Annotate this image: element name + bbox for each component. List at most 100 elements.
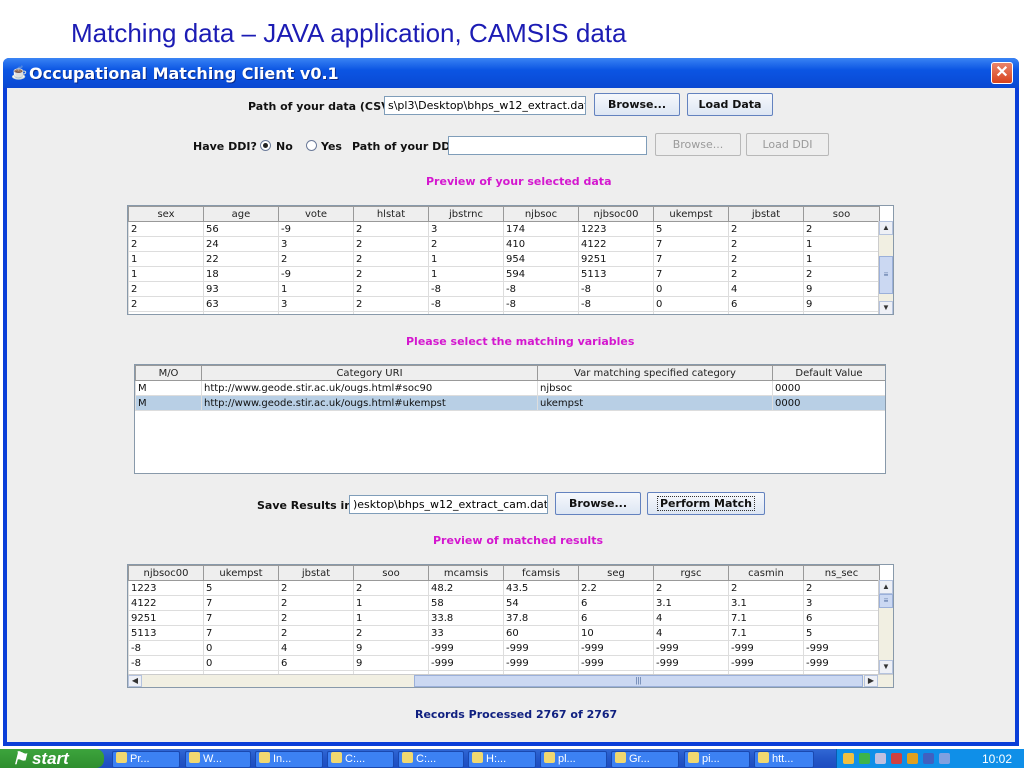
close-icon: ✕ [995,64,1009,81]
tray-update-icon[interactable] [907,753,918,764]
results-column-header[interactable]: ukempst [203,565,279,581]
table-row[interactable]: 1 18 -9 2 1 594 5113 7 2 2 [128,266,880,282]
table-cell: 2 [278,595,354,611]
scroll-right-icon[interactable]: ▶ [864,675,878,687]
preview-column-header[interactable]: sex [128,206,204,222]
load-ddi-button[interactable]: Load DDI [746,133,829,156]
table-row[interactable]: 1 22 2 2 1 954 9251 7 2 1 [128,251,880,267]
scroll-left-icon[interactable]: ◀ [128,675,142,687]
results-vscroll[interactable]: ▲ ≡ ▼ [878,580,893,674]
tray-display-icon[interactable] [875,753,886,764]
results-column-header[interactable]: mcamsis [428,565,504,581]
scroll-down-icon[interactable]: ▼ [879,660,893,674]
matching-table-panel: M/O Category URI Var matching specified ca… [134,364,886,474]
taskbar-item[interactable]: Pr... [112,751,180,768]
matching-column-header[interactable]: Category URI [201,365,538,381]
table-row[interactable]: Mhttp://www.geode.stir.ac.uk/ougs.html#u… [135,395,885,411]
results-column-header[interactable]: rgsc [653,565,729,581]
results-column-header[interactable]: jbstat [278,565,354,581]
table-row[interactable]: 2 63 3 2 -8 -8 -8 0 6 9 [128,296,880,312]
load-data-button[interactable]: Load Data [687,93,773,116]
taskbar-item[interactable]: C:... [327,751,394,768]
table-cell: 2 [728,580,804,596]
data-path-input[interactable]: s\pl3\Desktop\bhps_w12_extract.dat [384,96,586,115]
matching-column-header[interactable]: Var matching specified category [537,365,773,381]
taskbar-item[interactable]: H:... [468,751,536,768]
ddi-yes-radio[interactable] [306,140,317,151]
tray-volume-icon[interactable] [939,753,950,764]
scroll-up-icon[interactable]: ▲ [879,221,893,235]
preview-column-header[interactable]: njbsoc [503,206,579,222]
table-cell: 4 [728,311,804,314]
table-cell: 4122 [578,236,654,252]
scroll-down-icon[interactable]: ▼ [879,301,893,314]
taskbar-item[interactable]: W... [185,751,251,768]
table-cell: 2 [278,251,354,267]
table-row[interactable]: -8 0 6 9 -999 -999 -999 -999 -999 -999 [128,655,880,671]
table-cell: -9 [278,311,354,314]
table-cell: -8 [128,655,204,671]
table-row[interactable]: 9251 7 2 1 33.8 37.8 6 4 7.1 6 [128,610,880,626]
ddi-path-input[interactable] [448,136,647,155]
start-button[interactable]: ⚑ start [0,749,104,768]
save-path-input[interactable]: )esktop\bhps_w12_extract_cam.dat [349,495,548,514]
preview-column-header[interactable]: ukempst [653,206,729,222]
app-window: ☕ Occupational Matching Client v0.1 ✕ Pa… [3,58,1019,746]
table-row[interactable]: 4122 7 2 1 58 54 6 3.1 3.1 3 [128,595,880,611]
preview-column-header[interactable]: hlstat [353,206,429,222]
close-button[interactable]: ✕ [991,62,1013,84]
taskbar-item[interactable]: Gr... [611,751,679,768]
perform-match-button[interactable]: Perform Match [647,492,765,515]
table-cell: -999 [803,655,880,671]
tray-clock-app-icon[interactable] [843,753,854,764]
results-column-header[interactable]: fcamsis [503,565,579,581]
preview-column-header[interactable]: vote [278,206,354,222]
table-row[interactable]: 1223 5 2 2 48.2 43.5 2.2 2 2 2 [128,580,880,596]
table-row[interactable]: 2 93 1 2 -8 -8 -8 0 4 9 [128,281,880,297]
ddi-no-radio[interactable] [260,140,271,151]
scroll-thumb[interactable]: ≡ [879,256,893,294]
table-cell: 2 [278,580,354,596]
table-cell: 2 [353,296,429,312]
preview-column-header[interactable]: jbstat [728,206,804,222]
table-row[interactable]: 175-92-8-8-8049 [128,311,880,314]
table-row[interactable]: 5113 7 2 2 33 60 10 4 7.1 5 [128,625,880,641]
table-cell: 63 [203,296,279,312]
table-cell: -8 [503,311,579,314]
preview-column-header[interactable]: age [203,206,279,222]
table-row[interactable]: 2 24 3 2 2 410 4122 7 2 1 [128,236,880,252]
table-row[interactable]: 2 56 -9 2 3 174 1223 5 2 2 [128,221,880,237]
scroll-thumb[interactable]: ≡ [879,594,893,608]
preview-vscroll[interactable]: ▲ ≡ ▼ [878,221,893,314]
taskbar-item[interactable]: pl... [540,751,607,768]
results-column-header[interactable]: ns_sec [803,565,880,581]
tray-app-icon[interactable] [923,753,934,764]
window-titlebar[interactable]: ☕ Occupational Matching Client v0.1 ✕ [3,58,1019,88]
results-column-header[interactable]: njbsoc00 [128,565,204,581]
ddi-browse-button[interactable]: Browse... [655,133,741,156]
table-row[interactable]: -8049-999-999-999-999-999-999 [128,640,880,656]
tray-security-icon[interactable] [891,753,902,764]
results-column-header[interactable]: soo [353,565,429,581]
taskbar-item[interactable]: htt... [754,751,814,768]
hscroll-thumb[interactable]: ||| [414,675,863,687]
taskbar-item[interactable]: pi... [684,751,750,768]
taskbar-item-label: htt... [772,753,794,765]
save-browse-button[interactable]: Browse... [555,492,641,515]
tray-network-icon[interactable] [859,753,870,764]
scroll-up-icon[interactable]: ▲ [879,580,893,594]
table-row[interactable]: Mhttp://www.geode.stir.ac.uk/ougs.html#s… [135,380,885,396]
matching-column-header[interactable]: Default Value [772,365,885,381]
preview-column-header[interactable]: soo [803,206,880,222]
preview-column-header[interactable]: jbstrnc [428,206,504,222]
results-hscroll[interactable]: ◀ ||| ▶ [128,674,893,687]
preview-column-header[interactable]: njbsoc00 [578,206,654,222]
data-browse-button[interactable]: Browse... [594,93,680,116]
taskbar-item[interactable]: C:... [398,751,464,768]
table-cell: 5113 [578,266,654,282]
taskbar: ⚑ start Pr... W... In... C:... C:... H:... pl.… [0,749,1024,768]
results-column-header[interactable]: seg [578,565,654,581]
results-column-header[interactable]: casmin [728,565,804,581]
matching-column-header[interactable]: M/O [135,365,202,381]
taskbar-item[interactable]: In... [255,751,323,768]
